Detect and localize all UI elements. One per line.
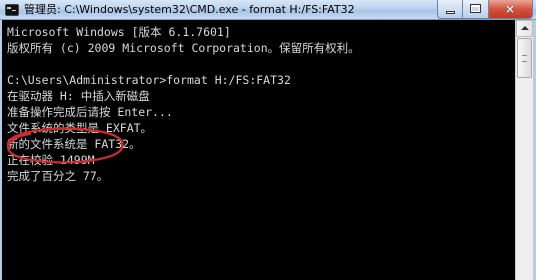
scroll-up-arrow-icon[interactable] <box>516 20 533 37</box>
cmd-icon[interactable] <box>5 4 19 16</box>
console-output[interactable]: Microsoft Windows [版本 6.1.7601] 版权所有 (c)… <box>2 20 515 280</box>
vertical-scrollbar[interactable] <box>515 20 533 280</box>
maximize-button[interactable] <box>463 0 489 19</box>
close-button[interactable]: × <box>489 0 533 19</box>
console-line-old-filesystem: 文件系统的类型是 EXFAT。 <box>7 121 153 135</box>
console-line-insert-disk: 在驱动器 H: 中插入新磁盘 <box>7 89 150 103</box>
maximize-icon <box>470 4 481 13</box>
cmd-window: 管理员: C:\Windows\system32\CMD.exe - forma… <box>0 0 536 280</box>
close-icon: × <box>504 2 516 16</box>
console-line-command: C:\Users\Administrator>format H:/FS:FAT3… <box>7 73 291 87</box>
console-line-new-filesystem: 新的文件系统是 FAT32。 <box>7 137 141 151</box>
title-bar[interactable]: 管理员: C:\Windows\system32\CMD.exe - forma… <box>0 0 536 20</box>
minimize-icon <box>446 11 455 14</box>
console-line-copyright: 版权所有 (c) 2009 Microsoft Corporation。保留所有… <box>7 41 360 55</box>
window-title: 管理员: C:\Windows\system32\CMD.exe - forma… <box>24 3 355 16</box>
console-line-verifying: 正在校验 1499M <box>7 153 95 167</box>
console-line-version: Microsoft Windows [版本 6.1.7601] <box>7 25 231 39</box>
scrollbar-thumb[interactable] <box>517 38 532 78</box>
minimize-button[interactable] <box>437 0 463 19</box>
console-line-progress: 完成了百分之 77。 <box>7 169 109 183</box>
console-line-press-enter: 准备操作完成后请按 Enter... <box>7 105 173 119</box>
